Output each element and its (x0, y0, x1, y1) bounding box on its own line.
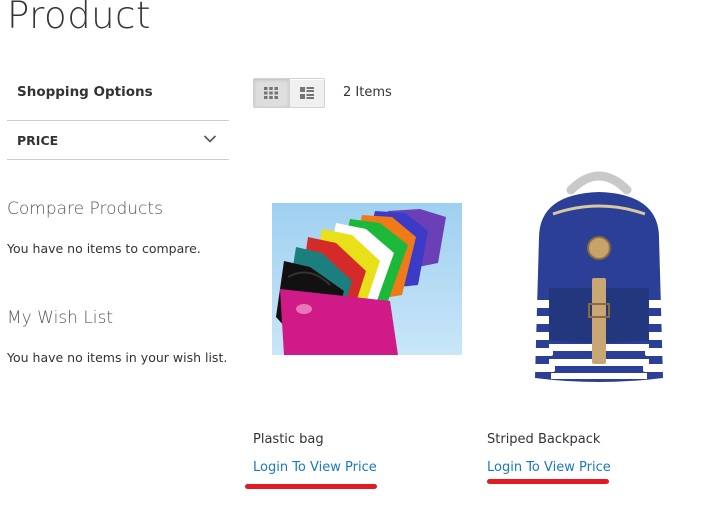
compare-products-title: Compare Products (7, 199, 163, 219)
toolbar-item-count: 2 Items (343, 85, 392, 100)
wishlist-title: My Wish List (7, 308, 114, 328)
grid-view-button[interactable] (254, 79, 289, 107)
chevron-down-icon (203, 135, 217, 143)
filter-price[interactable]: PRICE (7, 120, 229, 160)
product-name[interactable]: Striped Backpack (487, 432, 600, 447)
compare-empty-message: You have no items to compare. (7, 241, 201, 256)
red-annotation-underline (487, 479, 609, 484)
login-to-view-price-link[interactable]: Login To View Price (253, 460, 377, 475)
wishlist-empty-message: You have no items in your wish list. (7, 350, 228, 365)
shopping-options-title: Shopping Options (17, 84, 153, 100)
page-title: Product (7, 0, 151, 37)
grid-view-icon (264, 87, 279, 99)
striped-backpack-image[interactable] (519, 168, 679, 388)
product-name[interactable]: Plastic bag (253, 432, 324, 447)
list-view-button[interactable] (288, 79, 325, 107)
list-view-icon (299, 87, 314, 99)
view-mode-switcher (253, 78, 325, 108)
login-to-view-price-link[interactable]: Login To View Price (487, 460, 611, 475)
plastic-bags-image[interactable] (272, 203, 462, 355)
filter-price-label: PRICE (17, 133, 59, 148)
red-annotation-underline (245, 484, 377, 489)
